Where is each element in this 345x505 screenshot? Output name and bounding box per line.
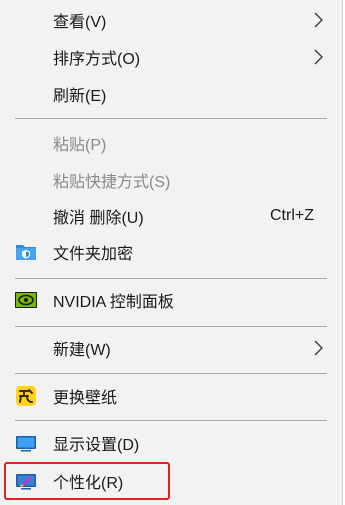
menu-separator [15, 278, 327, 279]
chevron-right-icon [314, 12, 323, 28]
menu-separator [15, 420, 327, 421]
menu-item-paste-shortcut: 粘贴快捷方式(S) [0, 163, 342, 197]
menu-item-folder-encrypt[interactable]: 文件夹加密 [0, 235, 342, 269]
menu-item-label: 查看(V) [53, 14, 107, 31]
menu-item-label: NVIDIA 控制面板 [53, 294, 174, 311]
menu-item-label: 更换壁纸 [53, 390, 118, 407]
menu-item-label: 粘贴(P) [53, 137, 107, 154]
shield-folder-icon [16, 245, 36, 260]
menu-item-label: 刷新(E) [53, 88, 107, 105]
menu-item-change-wallpaper[interactable]: 更换壁纸 [0, 379, 342, 413]
menu-item-label: 撤消 删除(U) [53, 210, 144, 227]
chevron-right-icon [314, 49, 323, 65]
menu-item-refresh[interactable]: 刷新(E) [0, 77, 342, 111]
menu-item-label: 新建(W) [53, 342, 111, 359]
wallpaper-app-icon [16, 386, 36, 406]
monitor-icon [16, 436, 36, 452]
menu-item-label: 文件夹加密 [53, 246, 134, 263]
menu-item-paste: 粘贴(P) [0, 126, 342, 160]
menu-separator [15, 118, 327, 119]
menu-item-display-settings[interactable]: 显示设置(D) [0, 426, 342, 460]
highlight-box [4, 462, 170, 500]
chevron-right-icon [314, 340, 323, 356]
nvidia-icon [15, 292, 37, 308]
menu-item-undo-delete[interactable]: 撤消 删除(U) Ctrl+Z [0, 199, 342, 233]
menu-item-label: 排序方式(O) [53, 51, 141, 68]
menu-item-new[interactable]: 新建(W) [0, 331, 342, 365]
menu-item-view[interactable]: 查看(V) [0, 3, 342, 37]
menu-separator [15, 373, 327, 374]
menu-separator [15, 326, 327, 327]
menu-item-nvidia-control-panel[interactable]: NVIDIA 控制面板 [0, 283, 342, 317]
desktop-context-menu: 查看(V) 排序方式(O) 刷新(E) 粘贴(P) 粘贴快捷方式(S) 撤消 删… [0, 0, 343, 505]
menu-item-label: 粘贴快捷方式(S) [53, 174, 171, 191]
shortcut-text: Ctrl+Z [270, 207, 314, 224]
menu-item-label: 显示设置(D) [53, 437, 140, 454]
menu-item-sort-by[interactable]: 排序方式(O) [0, 40, 342, 74]
